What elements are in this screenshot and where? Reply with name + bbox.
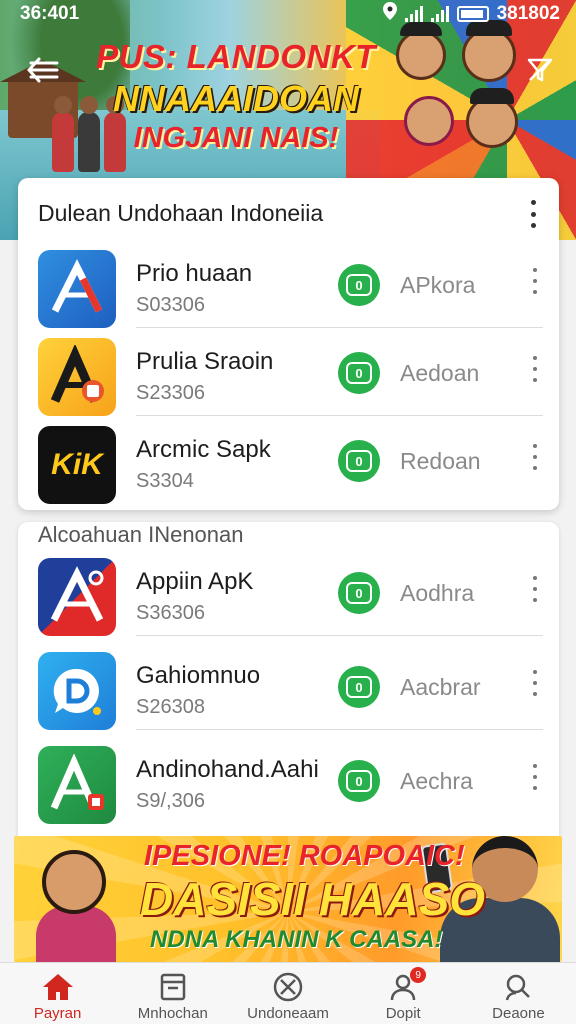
nav-downloads[interactable]: Undoneaam (230, 963, 345, 1024)
battery-icon (456, 6, 489, 22)
app-name: Prulia Sraoin (136, 348, 274, 375)
nav-search[interactable]: Deaone (461, 963, 576, 1024)
app-row[interactable]: Prulia Sraoin S23306 0 Aedoan (18, 328, 559, 416)
status-time: 36:401 (20, 3, 80, 24)
download-button[interactable]: 0 (338, 666, 380, 708)
app-row[interactable]: KiK Arcmic Sapk S3304 0 Redoan (18, 416, 559, 504)
card-header-title: Dulean Undohaan Indoneiia (38, 200, 324, 226)
promo-banner[interactable]: IPESIONE! ROAPOAIC! DASISII HAASO NDNA K… (14, 836, 562, 962)
app-name: Andinohand.Aahi (136, 756, 319, 783)
hero-title-line1: PUS: LANDONKT (96, 38, 376, 75)
status-right-text: 381802 (496, 3, 560, 24)
location-icon (382, 2, 397, 26)
signal-icon (430, 6, 449, 22)
home-icon (41, 971, 75, 1003)
app-row[interactable]: Appiin ApK S36306 0 Aodhra (18, 548, 559, 636)
app-name: Gahiomnuo (136, 662, 261, 689)
promo-line1: IPESIONE! ROAPOAIC! (144, 840, 465, 872)
nav-profile[interactable]: 9 Dopit (346, 963, 461, 1024)
profile-icon: 9 (386, 967, 427, 1003)
download-label: Redoan (400, 448, 481, 474)
row-divider (136, 729, 543, 730)
blue-a-icon (38, 250, 116, 328)
promo-line2: DASISII HAASO (140, 873, 486, 925)
filter-icon (527, 58, 553, 82)
yellow-a-icon (38, 338, 116, 416)
download-label: Aacbrar (400, 674, 481, 700)
app-more-button[interactable] (531, 764, 539, 790)
hero-title-line2: NNAAAIDOAN (113, 78, 359, 119)
child-illustration (52, 96, 74, 172)
app-more-button[interactable] (531, 268, 539, 294)
download-label: APkora (400, 272, 476, 298)
nav-label: Dopit (385, 1005, 421, 1022)
app-price: S36306 (136, 602, 205, 624)
filter-button[interactable] (520, 52, 560, 88)
peci-cap-illustration (470, 88, 514, 104)
app-row[interactable]: Gahiomnuo S26308 0 Aacbrar (18, 642, 559, 730)
store-icon (156, 971, 190, 1003)
nav-label: Deaone (492, 1005, 545, 1022)
nav-label: Undoneaam (247, 1005, 329, 1022)
status-icons: 381802 (382, 2, 560, 26)
notification-badge: 9 (410, 967, 427, 983)
nav-label: Mnhochan (137, 1005, 208, 1022)
download-button[interactable]: 0 (338, 352, 380, 394)
download-button[interactable]: 0 (338, 264, 380, 306)
red-a-icon (38, 558, 116, 636)
hero-title: PUS: LANDONKT NNAAAIDOAN INGJANI NAIS! (86, 38, 386, 155)
nav-store[interactable]: Mnhochan (115, 963, 230, 1024)
person-illustration (396, 30, 446, 80)
app-row[interactable]: Prio huaan S03306 0 APkora (18, 240, 559, 328)
download-label: Aedoan (400, 360, 480, 386)
download-icon (271, 971, 305, 1003)
download-button[interactable]: 0 (338, 760, 380, 802)
app-more-button[interactable] (531, 356, 539, 382)
signal-icon (404, 6, 423, 22)
section2-title: Alcoahuan INenonan (38, 522, 244, 547)
promo-line3: NDNA KHANIN K CAASA! (150, 926, 443, 953)
app-price: S9/,306 (136, 790, 205, 812)
girl-face-illustration (42, 850, 106, 914)
download-button[interactable]: 0 (338, 440, 380, 482)
app-name: Arcmic Sapk (136, 436, 271, 463)
hero-title-line3: INGJANI NAIS! (133, 122, 339, 154)
download-label: Aodhra (400, 580, 475, 606)
menu-icon (27, 57, 59, 83)
search-icon (501, 971, 535, 1003)
featured-apps-card: Dulean Undohaan Indoneiia Prio huaan S03… (18, 178, 559, 510)
bottom-navigation: Payran Mnhochan Undoneaam 9 Dopit Deaone (0, 962, 576, 1024)
person-illustration (462, 28, 516, 82)
app-more-button[interactable] (531, 576, 539, 602)
green-a-icon (38, 746, 116, 824)
girl-illustration (36, 906, 116, 962)
app-price: S3304 (136, 470, 194, 492)
person-illustration (404, 96, 454, 146)
menu-button[interactable] (24, 52, 64, 88)
card-more-button[interactable] (523, 200, 543, 228)
download-button[interactable]: 0 (338, 572, 380, 614)
app-price: S26308 (136, 696, 205, 718)
row-divider (136, 635, 543, 636)
app-more-button[interactable] (531, 670, 539, 696)
app-more-button[interactable] (531, 444, 539, 470)
chat-d-icon (38, 652, 116, 730)
app-row[interactable]: Andinohand.Aahi S9/,306 0 Aechra (18, 736, 559, 824)
status-bar: 36:401 381802 (0, 0, 576, 28)
nav-label: Payran (33, 1005, 82, 1022)
app-name: Appiin ApK (136, 568, 254, 595)
app-name: Prio huaan (136, 260, 253, 287)
nav-home[interactable]: Payran (0, 963, 115, 1024)
app-price: S23306 (136, 382, 205, 404)
kik-icon: KiK (38, 426, 116, 504)
app-price: S03306 (136, 294, 205, 316)
download-label: Aechra (400, 768, 473, 794)
